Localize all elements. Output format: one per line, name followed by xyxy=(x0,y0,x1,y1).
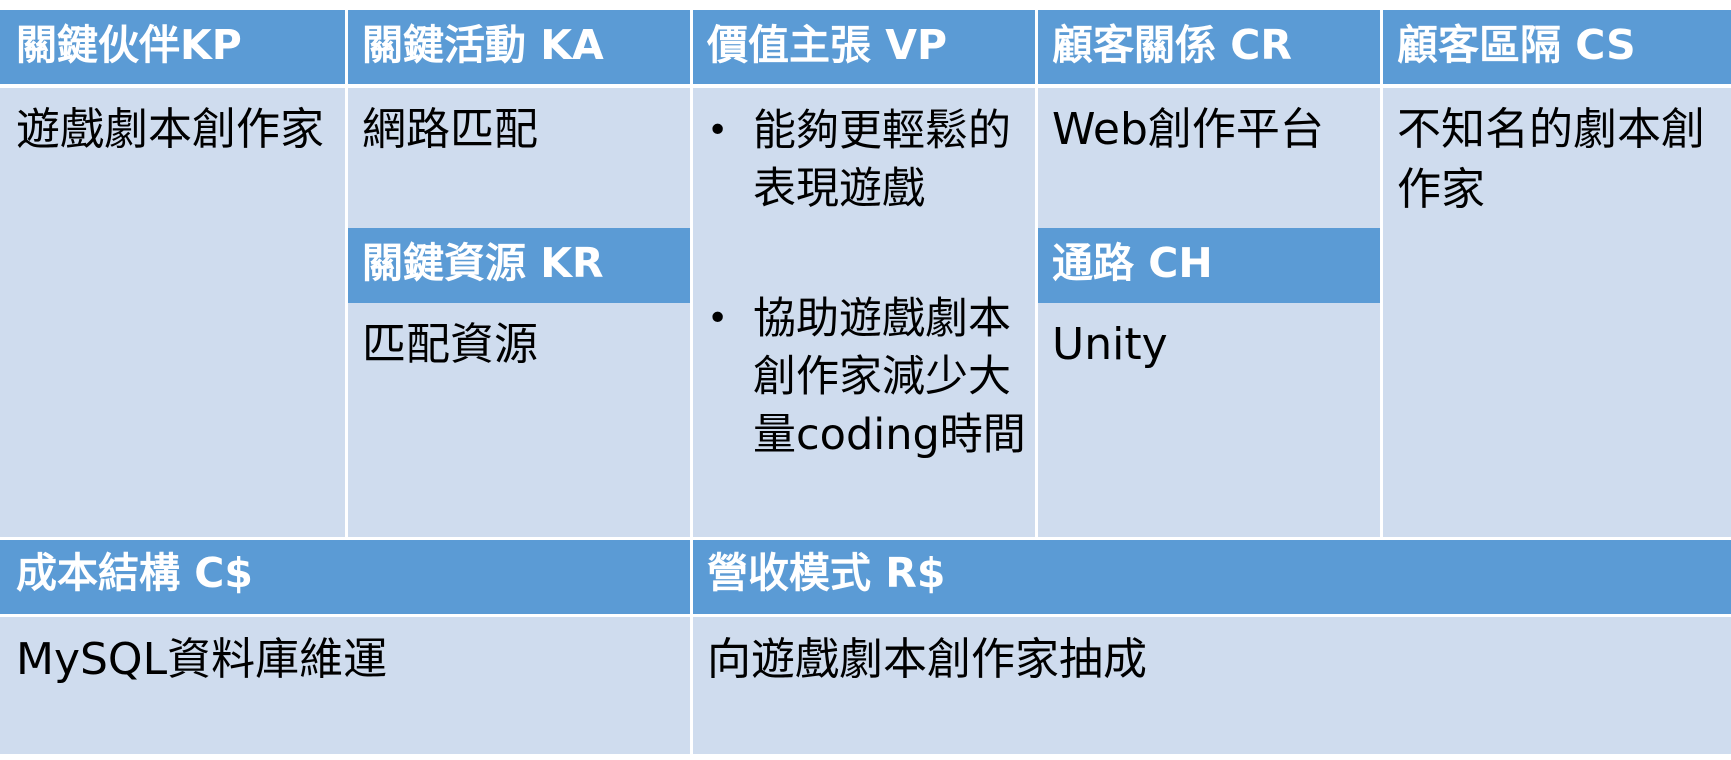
vp-item: • 協助遊戲劇本創作家減少大量coding時間 xyxy=(707,290,1026,464)
ka-header: 關鍵活動 KA xyxy=(346,10,691,85)
grid-line xyxy=(0,537,1731,540)
grid-line xyxy=(1035,10,1038,538)
ch-header: 通路 CH xyxy=(1036,228,1381,303)
vp-item-text: 能夠更輕鬆的表現遊戲 xyxy=(753,106,1011,214)
bullet-icon: • xyxy=(707,110,729,151)
grid-line xyxy=(690,10,693,754)
vp-item-text: 協助遊戲劇本創作家減少大量coding時間 xyxy=(753,294,1026,460)
revenue-header: 營收模式 R$ xyxy=(691,538,1731,616)
grid-line xyxy=(0,614,1731,617)
kr-body: 匹配資源 xyxy=(346,303,691,538)
vp-body: • 能夠更輕鬆的表現遊戲 • 協助遊戲劇本創作家減少大量coding時間 xyxy=(691,88,1036,538)
revenue-body: 向遊戲劇本創作家抽成 xyxy=(691,616,1731,754)
kr-header: 關鍵資源 KR xyxy=(346,228,691,303)
cs-body: 不知名的劇本創作家 xyxy=(1381,88,1731,538)
vp-header: 價值主張 VP xyxy=(691,10,1036,85)
grid-line xyxy=(1380,10,1383,538)
cost-header: 成本結構 C$ xyxy=(0,538,691,616)
kp-body: 遊戲劇本創作家 xyxy=(0,88,346,538)
cr-header: 顧客關係 CR xyxy=(1036,10,1381,85)
ch-body: Unity xyxy=(1036,303,1381,538)
business-model-canvas: 關鍵伙伴KP 遊戲劇本創作家 關鍵活動 KA 網路匹配 關鍵資源 KR 匹配資源… xyxy=(0,0,1731,760)
kp-header: 關鍵伙伴KP xyxy=(0,10,346,85)
vp-item: • 能夠更輕鬆的表現遊戲 xyxy=(707,102,1026,218)
cs-header: 顧客區隔 CS xyxy=(1381,10,1731,85)
grid-line xyxy=(0,84,1731,87)
cost-body: MySQL資料庫維運 xyxy=(0,616,691,754)
ka-body: 網路匹配 xyxy=(346,88,691,228)
bullet-icon: • xyxy=(707,298,729,339)
cr-body: Web創作平台 xyxy=(1036,88,1381,228)
grid-line xyxy=(345,10,348,538)
